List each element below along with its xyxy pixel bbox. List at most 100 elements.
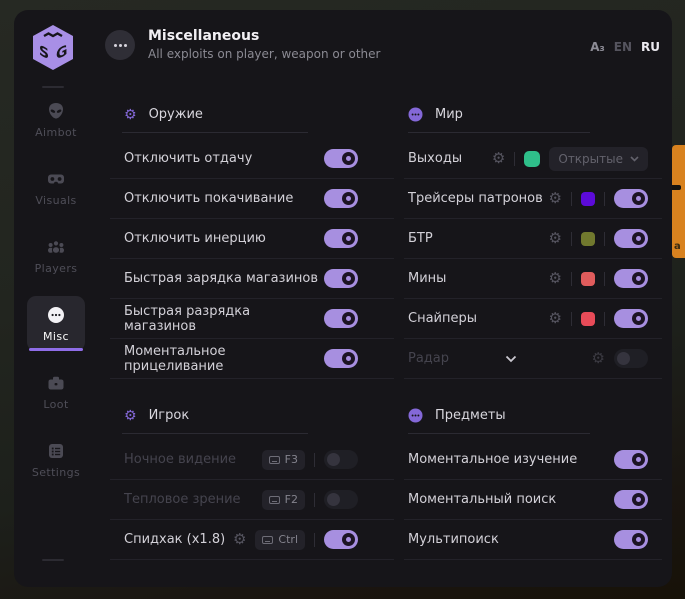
ellipsis-circle-icon [46, 305, 66, 325]
row-no-sway: Отключить покачивание [110, 179, 394, 219]
row-exits: Выходы ⚙ Открытые [404, 139, 662, 179]
section-title: Игрок [149, 408, 190, 423]
message-dots-icon [408, 107, 423, 122]
sidebar-divider [42, 86, 64, 88]
alien-icon [46, 101, 66, 121]
toggle-switch[interactable] [614, 530, 648, 549]
gear-icon[interactable]: ⚙ [549, 311, 562, 326]
section-title: Предметы [435, 408, 506, 423]
toggle-switch[interactable] [324, 490, 358, 509]
briefcase-icon [46, 373, 66, 393]
row-bullet-tracers: Трейсеры патронов ⚙ [404, 179, 662, 219]
sidebar-item-label: Players [35, 262, 78, 275]
lang-en-button[interactable]: EN [614, 40, 632, 54]
toggle-switch[interactable] [324, 309, 358, 328]
sidebar-item-label: Aimbot [35, 126, 77, 139]
section-divider [408, 433, 590, 434]
settings-list-icon [46, 441, 66, 461]
color-swatch[interactable] [581, 272, 595, 286]
sidebar-nav: Aimbot Visuals Players [14, 92, 98, 487]
gear-icon[interactable]: ⚙ [549, 191, 562, 206]
translate-icon[interactable]: Aз [590, 41, 605, 54]
sidebar-item-settings[interactable]: Settings [27, 432, 85, 487]
column-left: ⚙ Оружие Отключить отдачу Отключить пока… [110, 88, 394, 560]
lang-ru-button[interactable]: RU [641, 40, 660, 54]
sidebar-item-loot[interactable]: Loot [27, 364, 85, 419]
gear-icon[interactable]: ⚙ [549, 271, 562, 286]
section-divider [122, 132, 308, 133]
sidebar-item-label: Misc [43, 330, 69, 343]
toggle-switch[interactable] [614, 349, 648, 368]
row-instant-ads: Моментальное прицеливание [110, 339, 394, 379]
keyboard-icon [269, 456, 280, 464]
app-logo-cube: S G [31, 24, 75, 71]
toggle-switch[interactable] [324, 450, 358, 469]
gear-icon[interactable]: ⚙ [492, 151, 505, 166]
chevron-down-icon [630, 156, 639, 162]
section-title: Мир [435, 107, 463, 122]
exits-dropdown[interactable]: Открытые [549, 147, 648, 171]
toggle-switch[interactable] [614, 189, 648, 208]
toggle-switch[interactable] [324, 229, 358, 248]
page-icon-ellipsis [105, 30, 135, 60]
row-speedhack: Спидхак (x1.8) ⚙ Ctrl [110, 520, 394, 560]
toggle-switch[interactable] [324, 349, 358, 368]
keybind-badge[interactable]: F2 [262, 490, 305, 510]
toggle-switch[interactable] [614, 309, 648, 328]
language-switcher: Aз EN RU [590, 40, 660, 54]
column-right: Мир Выходы ⚙ Открытые Трейсеры патронов [404, 88, 662, 560]
row-multisearch: Мультипоиск [404, 520, 662, 560]
people-icon [46, 237, 66, 257]
section-divider [408, 132, 590, 133]
keybind-badge[interactable]: Ctrl [255, 530, 305, 550]
gear-icon: ⚙ [124, 409, 137, 423]
color-swatch[interactable] [581, 232, 595, 246]
row-fast-unload: Быстрая разрядка магазинов [110, 299, 394, 339]
keybind-badge[interactable]: F3 [262, 450, 305, 470]
row-fast-reload: Быстрая зарядка магазинов [110, 259, 394, 299]
sidebar-item-players[interactable]: Players [27, 228, 85, 283]
sidebar-divider [42, 559, 64, 561]
toggle-switch[interactable] [614, 269, 648, 288]
row-no-recoil: Отключить отдачу [110, 139, 394, 179]
sidebar-item-visuals[interactable]: Visuals [27, 160, 85, 215]
toggle-switch[interactable] [324, 530, 358, 549]
page-subtitle: All exploits on player, weapon or other [148, 47, 380, 61]
row-mines: Мины ⚙ [404, 259, 662, 299]
section-weapon: ⚙ Оружие Отключить отдачу Отключить пока… [110, 88, 394, 379]
vr-goggles-icon [46, 169, 66, 189]
row-night-vision: Ночное видение F3 [110, 440, 394, 480]
sidebar-item-misc[interactable]: Misc [27, 296, 85, 351]
toggle-switch[interactable] [324, 269, 358, 288]
cheat-menu-window: S G Aimbot Visuals [14, 10, 672, 587]
keyboard-icon [269, 496, 280, 504]
gear-icon[interactable]: ⚙ [233, 532, 246, 547]
toggle-switch[interactable] [614, 450, 648, 469]
section-divider [122, 433, 308, 434]
keyboard-icon [262, 536, 273, 544]
color-swatch[interactable] [524, 151, 540, 167]
section-items: Предметы Моментальное изучение Моменталь… [404, 389, 662, 560]
section-player: ⚙ Игрок Ночное видение F3 Тепловое зрени… [110, 389, 394, 560]
section-world: Мир Выходы ⚙ Открытые Трейсеры патронов [404, 88, 662, 379]
row-btr: БТР ⚙ [404, 219, 662, 259]
toggle-switch[interactable] [324, 149, 358, 168]
page-header: Miscellaneous All exploits on player, we… [148, 28, 380, 61]
row-radar: Радар ⚙ [404, 339, 662, 379]
color-swatch[interactable] [581, 312, 595, 326]
gear-icon: ⚙ [124, 108, 137, 122]
gear-icon[interactable]: ⚙ [549, 231, 562, 246]
row-instant-research: Моментальное изучение [404, 440, 662, 480]
sidebar-item-aimbot[interactable]: Aimbot [27, 92, 85, 147]
gear-icon[interactable]: ⚙ [592, 351, 605, 366]
color-swatch[interactable] [581, 192, 595, 206]
row-snipers: Снайперы ⚙ [404, 299, 662, 339]
toggle-switch[interactable] [324, 189, 358, 208]
section-title: Оружие [149, 107, 203, 122]
toggle-switch[interactable] [614, 490, 648, 509]
toggle-switch[interactable] [614, 229, 648, 248]
sidebar-item-label: Loot [43, 398, 68, 411]
row-thermal-vision: Тепловое зрение F2 [110, 480, 394, 520]
radar-expand-chevron-icon[interactable] [505, 355, 517, 363]
sidebar-item-label: Settings [32, 466, 80, 479]
